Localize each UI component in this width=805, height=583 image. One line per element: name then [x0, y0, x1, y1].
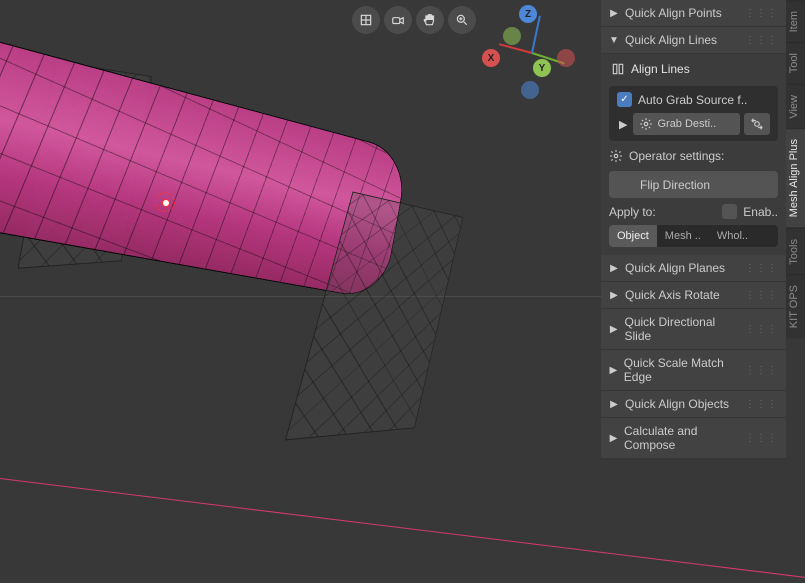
n-panel-tabs: Item Tool View Mesh Align Plus Tools KIT…	[786, 0, 805, 338]
overlays-button[interactable]	[352, 6, 380, 34]
gizmo-neg-x-axis[interactable]	[557, 49, 575, 67]
zoom-view-button[interactable]	[448, 6, 476, 34]
chevron-right-icon: ▶	[609, 399, 619, 410]
chevron-right-icon: ▶	[609, 290, 619, 301]
3d-cursor	[155, 192, 175, 212]
drag-handle-icon[interactable]: ⋮⋮⋮	[745, 399, 778, 410]
panel-quick-scale-match-edge[interactable]: ▶ Quick Scale Match Edge ⋮⋮⋮	[601, 350, 786, 391]
drag-handle-icon[interactable]: ⋮⋮⋮	[745, 433, 778, 444]
chevron-right-icon: ▶	[609, 433, 618, 444]
chevron-down-icon: ▼	[609, 35, 619, 46]
align-lines-icon	[611, 62, 625, 76]
panel-calculate-and-compose[interactable]: ▶ Calculate and Compose ⋮⋮⋮	[601, 418, 786, 459]
panel-label: Quick Directional Slide	[624, 315, 739, 343]
auto-grab-row[interactable]: Auto Grab Source f..	[617, 92, 770, 107]
flip-direction-row[interactable]: Flip Direction	[609, 171, 778, 198]
swap-icon	[750, 117, 764, 131]
chevron-right-icon: ▶	[609, 263, 619, 274]
drag-handle-icon[interactable]: ⋮⋮⋮	[745, 365, 778, 376]
viewport-header-icons	[352, 6, 476, 34]
enable-label: Enab..	[743, 205, 778, 219]
panel-body-quick-align-lines: Align Lines Auto Grab Source f.. ▶ Grab …	[601, 54, 786, 255]
align-lines-subtitle: Align Lines	[609, 58, 778, 80]
panel-label: Quick Align Planes	[625, 261, 725, 275]
gizmo-neg-z-axis[interactable]	[521, 81, 539, 99]
apply-to-label: Apply to:	[609, 205, 656, 219]
panel-quick-align-objects[interactable]: ▶ Quick Align Objects ⋮⋮⋮	[601, 391, 786, 418]
vtab-tools[interactable]: Tools	[786, 228, 805, 275]
apply-to-segmented: Object Mesh .. Whol..	[609, 225, 778, 247]
panel-quick-align-points[interactable]: ▶ Quick Align Points ⋮⋮⋮	[601, 0, 786, 27]
pan-view-button[interactable]	[416, 6, 444, 34]
gizmo-neg-y-axis[interactable]	[503, 27, 521, 45]
panel-quick-directional-slide[interactable]: ▶ Quick Directional Slide ⋮⋮⋮	[601, 309, 786, 350]
chevron-right-icon: ▶	[609, 365, 618, 376]
panel-label: Quick Align Points	[625, 6, 722, 20]
navigation-gizmo[interactable]: X Y Z	[485, 5, 580, 100]
panel-quick-align-lines[interactable]: ▼ Quick Align Lines ⋮⋮⋮	[601, 27, 786, 54]
grab-dest-label: Grab Desti..	[657, 118, 716, 130]
vtab-mesh-align-plus[interactable]: Mesh Align Plus	[786, 128, 805, 227]
drag-handle-icon[interactable]: ⋮⋮⋮	[745, 263, 778, 274]
gizmo-y-label: Y	[539, 63, 546, 74]
chevron-right-icon: ▶	[609, 324, 618, 335]
panel-label: Calculate and Compose	[624, 424, 739, 452]
enable-checkbox[interactable]	[722, 204, 737, 219]
panel-label: Quick Axis Rotate	[625, 288, 720, 302]
seg-mesh[interactable]: Mesh ..	[657, 225, 709, 247]
operator-settings-label: Operator settings:	[629, 149, 724, 163]
panel-label: Quick Scale Match Edge	[624, 356, 739, 384]
panel-label: Quick Align Objects	[625, 397, 729, 411]
flip-direction-label: Flip Direction	[640, 178, 710, 192]
vtab-item[interactable]: Item	[786, 0, 805, 42]
chevron-right-icon[interactable]: ▶	[617, 118, 629, 131]
drag-handle-icon[interactable]: ⋮⋮⋮	[745, 324, 778, 335]
flip-direction-checkbox[interactable]	[617, 177, 632, 192]
sun-icon	[639, 117, 653, 131]
gizmo-x-axis[interactable]: X	[482, 49, 500, 67]
vtab-kit-ops[interactable]: KIT OPS	[786, 274, 805, 338]
auto-grab-label: Auto Grab Source f..	[638, 93, 747, 107]
vtab-tool[interactable]: Tool	[786, 42, 805, 83]
panel-quick-align-planes[interactable]: ▶ Quick Align Planes ⋮⋮⋮	[601, 255, 786, 282]
seg-object[interactable]: Object	[609, 225, 657, 247]
drag-handle-icon[interactable]: ⋮⋮⋮	[745, 290, 778, 301]
swap-button[interactable]	[744, 113, 770, 135]
operator-settings-title: Operator settings:	[609, 147, 778, 165]
panel-quick-axis-rotate[interactable]: ▶ Quick Axis Rotate ⋮⋮⋮	[601, 282, 786, 309]
gizmo-y-axis[interactable]: Y	[533, 59, 551, 77]
chevron-right-icon: ▶	[609, 8, 619, 19]
gizmo-z-axis[interactable]: Z	[519, 5, 537, 23]
grab-destination-button[interactable]: Grab Desti..	[633, 113, 740, 135]
source-box: Auto Grab Source f.. ▶ Grab Desti..	[609, 86, 778, 141]
gear-icon	[609, 149, 623, 163]
apply-to-row: Apply to: Enab..	[609, 204, 778, 219]
seg-whole[interactable]: Whol..	[709, 225, 756, 247]
drag-handle-icon[interactable]: ⋮⋮⋮	[745, 35, 778, 46]
n-panel: ▶ Quick Align Points ⋮⋮⋮ ▼ Quick Align L…	[601, 0, 786, 459]
camera-view-button[interactable]	[384, 6, 412, 34]
subtitle-text: Align Lines	[631, 62, 690, 76]
panel-label: Quick Align Lines	[625, 33, 717, 47]
drag-handle-icon[interactable]: ⋮⋮⋮	[745, 8, 778, 19]
gizmo-z-label: Z	[525, 9, 531, 20]
gizmo-x-label: X	[488, 53, 495, 64]
vtab-view[interactable]: View	[786, 84, 805, 129]
auto-grab-checkbox[interactable]	[617, 92, 632, 107]
